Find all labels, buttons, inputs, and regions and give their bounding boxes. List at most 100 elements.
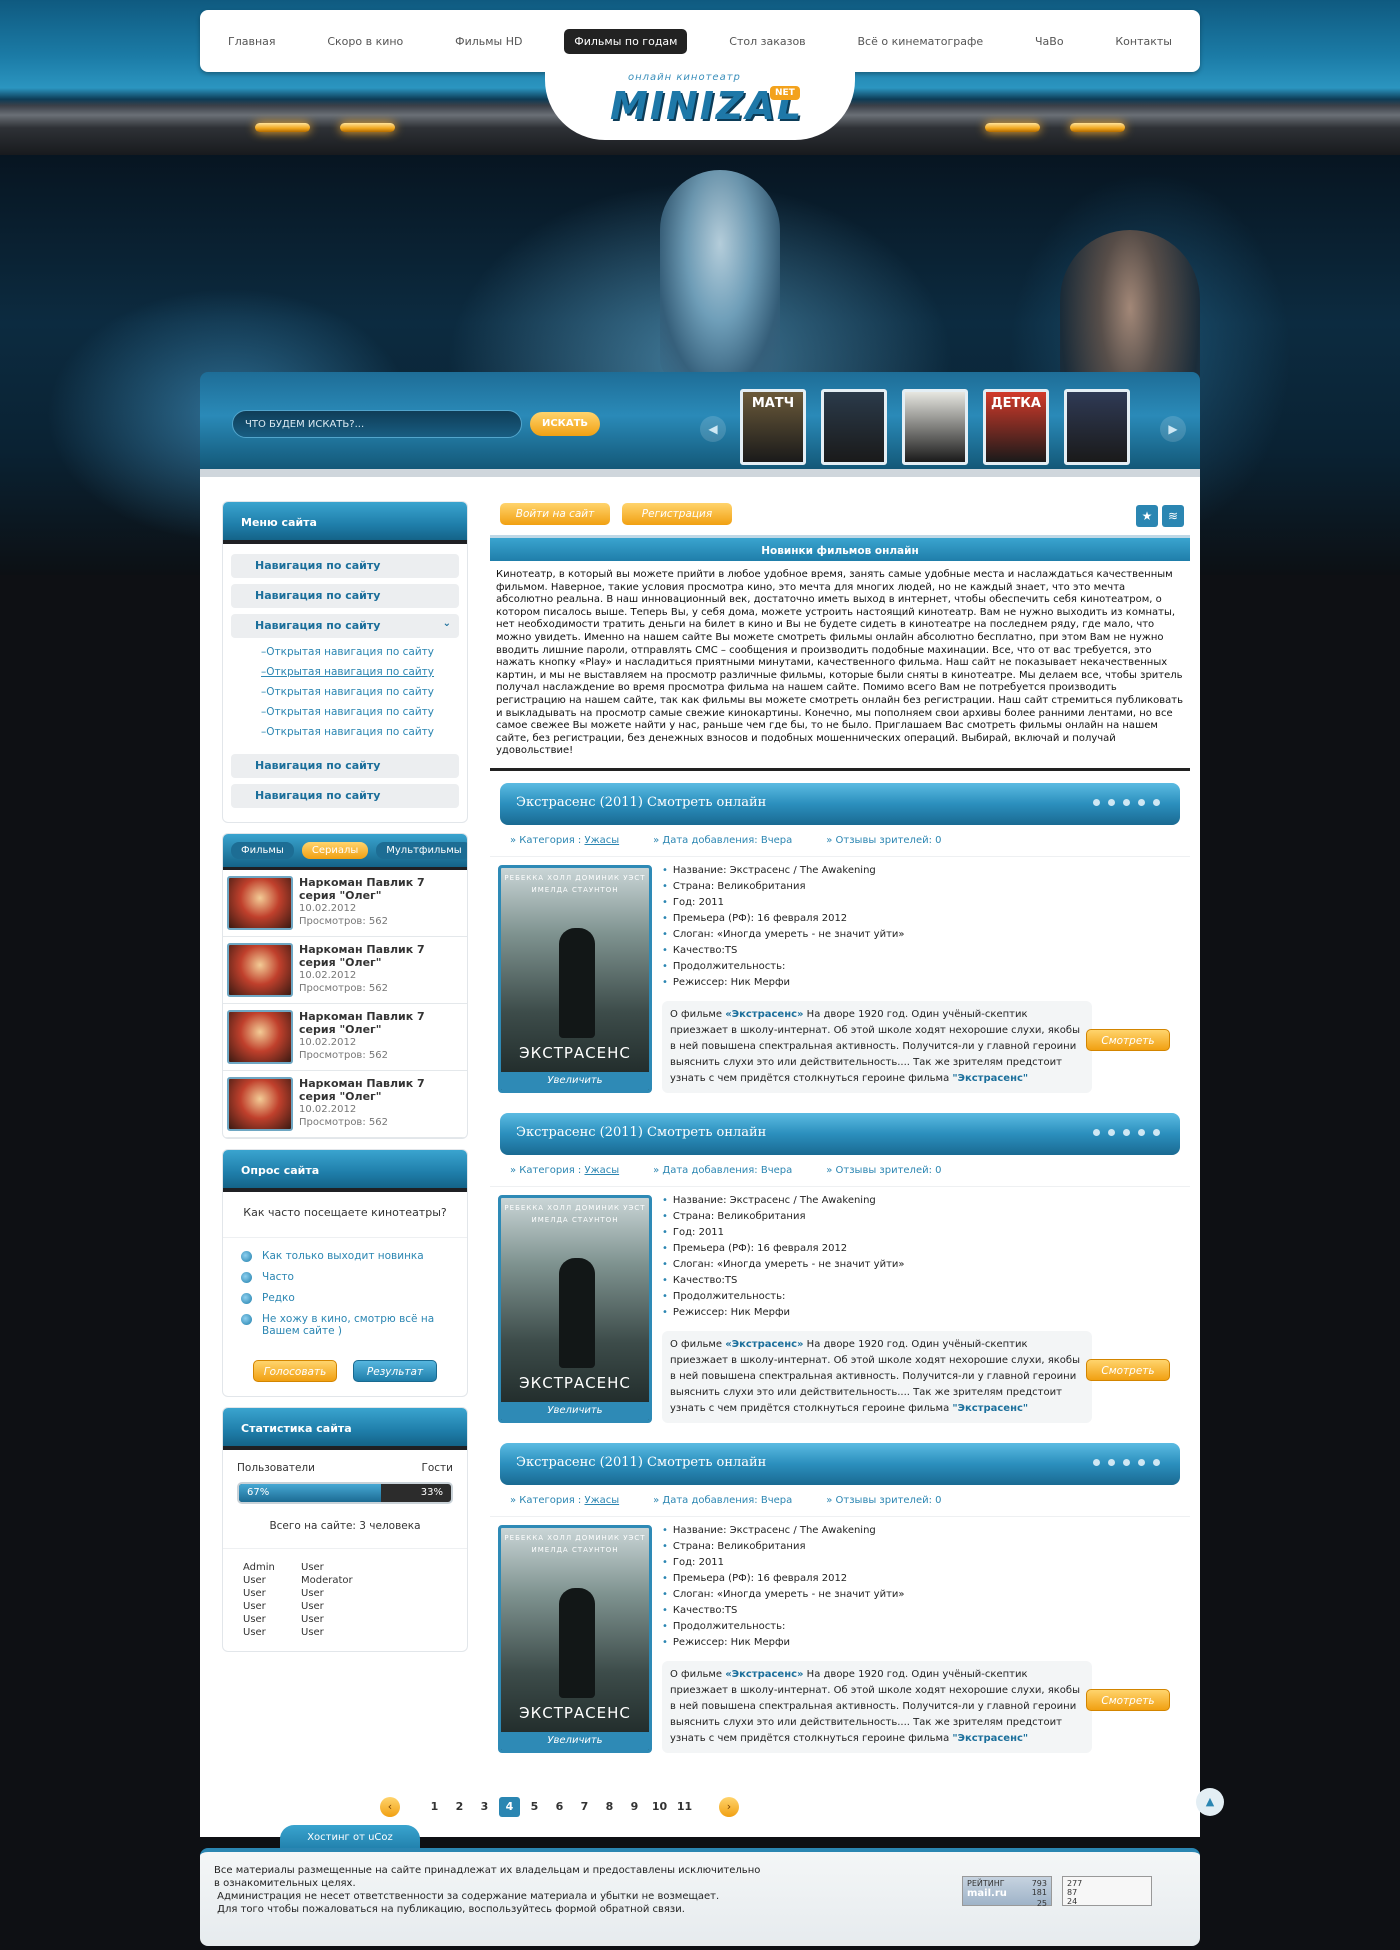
poster-thumbnail[interactable]: МАТЧ bbox=[740, 389, 806, 465]
rating-dots[interactable] bbox=[1093, 1458, 1160, 1466]
rating-dot-icon[interactable] bbox=[1138, 1458, 1145, 1466]
register-button[interactable]: Регистрация bbox=[622, 503, 732, 525]
search-button[interactable]: Искать bbox=[530, 412, 600, 436]
vote-button[interactable]: Голосовать bbox=[253, 1360, 337, 1382]
rating-dot-icon[interactable] bbox=[1093, 1128, 1100, 1136]
mailru-counter[interactable]: РЕЙТИНГ 793 mail.ru 181 25 bbox=[962, 1876, 1052, 1908]
film-reviews[interactable]: » Отзывы зрителей: 0 bbox=[826, 1165, 941, 1176]
series-thumbnail[interactable] bbox=[227, 1077, 293, 1131]
rating-dot-icon[interactable] bbox=[1138, 1128, 1145, 1136]
rating-dot-icon[interactable] bbox=[1153, 1458, 1160, 1466]
film-category-link[interactable]: Ужасы bbox=[584, 1495, 619, 1506]
series-list-item[interactable]: Наркоман Павлик 7 серия "Олег" 10.02.2012… bbox=[223, 1004, 467, 1071]
rating-dot-icon[interactable] bbox=[1108, 798, 1115, 806]
tab-cartoons[interactable]: Мультфильмы bbox=[376, 842, 467, 859]
next-page-icon[interactable]: › bbox=[719, 1797, 739, 1817]
film-title[interactable]: Экстрасенс (2011) Смотреть онлайн bbox=[500, 1112, 1180, 1155]
film-name-link[interactable]: «Экстрасенс» bbox=[725, 1009, 803, 1020]
submenu-link[interactable]: –Открытая навигация по сайту bbox=[261, 646, 459, 666]
menu-item[interactable]: Навигация по сайту bbox=[231, 784, 459, 808]
series-thumbnail[interactable] bbox=[227, 943, 293, 997]
nav-link[interactable]: Всё о кинематографе bbox=[847, 29, 993, 54]
submenu-link[interactable]: –Открытая навигация по сайту bbox=[261, 726, 459, 746]
page-link[interactable]: 10 bbox=[649, 1797, 670, 1817]
page-link[interactable]: 3 bbox=[474, 1797, 495, 1817]
submenu-link[interactable]: –Открытая навигация по сайту bbox=[261, 686, 459, 706]
rating-dot-icon[interactable] bbox=[1138, 798, 1145, 806]
film-poster[interactable]: РЕБЕККА ХОЛЛ ДОМИНИК УЭСТ ИМЕЛДА СТАУНТОН… bbox=[498, 864, 652, 1093]
film-reviews[interactable]: » Отзывы зрителей: 0 bbox=[826, 1495, 941, 1506]
liveinternet-counter[interactable]: 277 87 24 bbox=[1062, 1876, 1152, 1906]
rating-dot-icon[interactable] bbox=[1123, 1458, 1130, 1466]
film-title[interactable]: Экстрасенс (2011) Смотреть онлайн bbox=[500, 1442, 1180, 1485]
user-name[interactable]: User bbox=[243, 1626, 301, 1639]
menu-item[interactable]: Навигация по сайту ⌄ bbox=[231, 614, 459, 638]
tab-films[interactable]: Фильмы bbox=[231, 842, 294, 859]
film-reviews[interactable]: » Отзывы зрителей: 0 bbox=[826, 835, 941, 846]
rating-dot-icon[interactable] bbox=[1153, 798, 1160, 806]
nav-link[interactable]: Контакты bbox=[1105, 29, 1182, 54]
rating-dot-icon[interactable] bbox=[1108, 1458, 1115, 1466]
search-input[interactable]: Что будем искать?... bbox=[232, 410, 522, 438]
zoom-button[interactable]: Увеличить bbox=[501, 1401, 649, 1420]
zoom-button[interactable]: Увеличить bbox=[501, 1071, 649, 1090]
film-title[interactable]: Экстрасенс (2011) Смотреть онлайн bbox=[500, 782, 1180, 825]
series-list-item[interactable]: Наркоман Павлик 7 серия "Олег" 10.02.2012… bbox=[223, 870, 467, 937]
film-name-link[interactable]: «Экстрасенс» bbox=[725, 1669, 803, 1680]
series-thumbnail[interactable] bbox=[227, 876, 293, 930]
menu-item[interactable]: Навигация по сайту bbox=[231, 754, 459, 778]
film-name-link[interactable]: "Экстрасенс" bbox=[952, 1403, 1028, 1414]
radio-button[interactable] bbox=[241, 1272, 252, 1283]
film-category-link[interactable]: Ужасы bbox=[584, 835, 619, 846]
prev-page-icon[interactable]: ‹ bbox=[380, 1797, 400, 1817]
poll-option[interactable]: Не хожу в кино, смотрю всё на Вашем сайт… bbox=[241, 1313, 449, 1337]
results-button[interactable]: Результат bbox=[353, 1360, 437, 1382]
page-link[interactable]: 1 bbox=[424, 1797, 445, 1817]
rating-dot-icon[interactable] bbox=[1153, 1128, 1160, 1136]
strip-prev-icon[interactable]: ◀ bbox=[700, 416, 726, 442]
submenu-link[interactable]: –Открытая навигация по сайту bbox=[261, 706, 459, 726]
poll-option[interactable]: Редко bbox=[241, 1292, 449, 1304]
zoom-button[interactable]: Увеличить bbox=[501, 1731, 649, 1750]
watch-button[interactable]: Смотреть bbox=[1086, 1028, 1170, 1051]
series-list-item[interactable]: Наркоман Павлик 7 серия "Олег" 10.02.2012… bbox=[223, 1071, 467, 1138]
login-button[interactable]: Войти на сайт bbox=[500, 503, 610, 525]
poster-thumbnail[interactable]: ДЕТКА bbox=[983, 389, 1049, 465]
film-name-link[interactable]: "Экстрасенс" bbox=[952, 1073, 1028, 1084]
menu-item[interactable]: Навигация по сайту bbox=[231, 584, 459, 608]
series-title[interactable]: Наркоман Павлик 7 серия "Олег" bbox=[299, 1010, 463, 1036]
film-name-link[interactable]: «Экстрасенс» bbox=[725, 1339, 803, 1350]
film-name-link[interactable]: "Экстрасенс" bbox=[952, 1733, 1028, 1744]
nav-link[interactable]: ЧаВо bbox=[1025, 29, 1074, 54]
site-logo[interactable]: онлайн кинотеатр MINIZAL NET bbox=[600, 72, 810, 132]
user-name[interactable]: User bbox=[243, 1587, 301, 1600]
page-link[interactable]: 8 bbox=[599, 1797, 620, 1817]
page-link[interactable]: 6 bbox=[549, 1797, 570, 1817]
poll-option[interactable]: Как только выходит новинка bbox=[241, 1250, 449, 1262]
radio-button[interactable] bbox=[241, 1314, 252, 1325]
series-list-item[interactable]: Наркоман Павлик 7 серия "Олег" 10.02.2012… bbox=[223, 937, 467, 1004]
watch-button[interactable]: Смотреть bbox=[1086, 1688, 1170, 1711]
rating-dot-icon[interactable] bbox=[1093, 798, 1100, 806]
rating-dot-icon[interactable] bbox=[1093, 1458, 1100, 1466]
series-title[interactable]: Наркоман Павлик 7 серия "Олег" bbox=[299, 876, 463, 902]
page-link[interactable]: 9 bbox=[624, 1797, 645, 1817]
radio-button[interactable] bbox=[241, 1251, 252, 1262]
series-title[interactable]: Наркоман Павлик 7 серия "Олег" bbox=[299, 943, 463, 969]
user-name[interactable]: Admin bbox=[243, 1561, 301, 1574]
submenu-link[interactable]: –Открытая навигация по сайту bbox=[261, 666, 459, 686]
poster-thumbnail[interactable] bbox=[902, 389, 968, 465]
rating-dot-icon[interactable] bbox=[1108, 1128, 1115, 1136]
nav-link[interactable]: Стол заказов bbox=[719, 29, 815, 54]
menu-item[interactable]: Навигация по сайту bbox=[231, 554, 459, 578]
poster-thumbnail[interactable] bbox=[1064, 389, 1130, 465]
series-title[interactable]: Наркоман Павлик 7 серия "Олег" bbox=[299, 1077, 463, 1103]
user-name[interactable]: User bbox=[243, 1613, 301, 1626]
scroll-up-icon[interactable]: ▲ bbox=[1196, 1788, 1224, 1816]
series-thumbnail[interactable] bbox=[227, 1010, 293, 1064]
bookmark-star-icon[interactable]: ★ bbox=[1136, 505, 1158, 527]
nav-link[interactable]: Фильмы HD bbox=[445, 29, 532, 54]
poll-option[interactable]: Часто bbox=[241, 1271, 449, 1283]
strip-next-icon[interactable]: ▶ bbox=[1160, 416, 1186, 442]
poster-thumbnail[interactable] bbox=[821, 389, 887, 465]
